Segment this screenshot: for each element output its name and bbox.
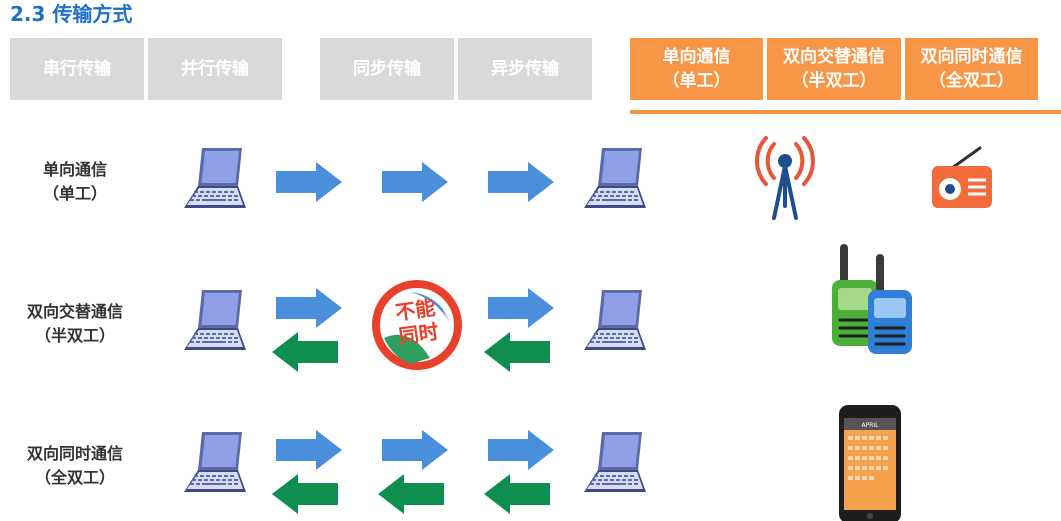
phone-calendar-header: APRIL <box>861 422 879 429</box>
arrow-left-icon <box>484 332 550 372</box>
laptop-icon <box>180 288 250 352</box>
arrow-right-icon <box>488 288 554 328</box>
arrow-right-icon <box>276 288 342 328</box>
tab-full-duplex-sublabel: （全双工） <box>929 71 1014 91</box>
tab-simplex[interactable]: 单向通信 （单工） <box>630 38 763 100</box>
tab-underline <box>630 110 1061 114</box>
arrow-left-icon <box>272 474 338 514</box>
laptop-icon <box>180 430 250 494</box>
arrow-right-icon <box>488 430 554 470</box>
tab-sync-transmission[interactable]: 同步传输 <box>320 38 454 100</box>
laptop-icon <box>580 146 650 210</box>
arrow-left-icon <box>272 332 338 372</box>
arrow-right-icon <box>382 162 448 202</box>
tab-async-label: 异步传输 <box>491 59 559 79</box>
arrow-right-icon <box>276 162 342 202</box>
tab-half-duplex-label: 双向交替通信 <box>783 47 885 67</box>
tab-sync-label: 同步传输 <box>353 59 421 79</box>
tab-serial-transmission[interactable]: 串行传输 <box>10 38 144 100</box>
row-label-simplex-line1: 单向通信 <box>42 160 107 179</box>
row-label-simplex-line2: （单工） <box>42 184 107 203</box>
tab-half-duplex-sublabel: （半双工） <box>791 71 877 91</box>
arrow-left-icon <box>378 474 444 514</box>
arrow-right-icon <box>382 430 448 470</box>
radio-icon <box>932 146 992 208</box>
row-label-half-duplex: 双向交替通信 （半双工） <box>0 300 150 348</box>
antenna-icon <box>755 136 815 220</box>
row-label-full-duplex-line1: 双向同时通信 <box>26 444 123 463</box>
laptop-icon <box>580 288 650 352</box>
arrow-left-icon <box>484 474 550 514</box>
tab-serial-label: 串行传输 <box>43 59 111 79</box>
smartphone-icon: APRIL <box>839 405 901 521</box>
tab-async-transmission[interactable]: 异步传输 <box>458 38 592 100</box>
walkie-talkie-icon <box>832 244 912 354</box>
tab-full-duplex[interactable]: 双向同时通信 （全双工） <box>905 38 1038 100</box>
row-label-half-duplex-line2: （半双工） <box>34 326 115 345</box>
laptop-icon <box>580 430 650 494</box>
tab-simplex-sublabel: （单工） <box>662 71 731 91</box>
row-label-full-duplex: 双向同时通信 （全双工） <box>0 442 150 490</box>
arrow-right-icon <box>488 162 554 202</box>
tab-parallel-label: 并行传输 <box>181 59 249 79</box>
tab-parallel-transmission[interactable]: 并行传输 <box>148 38 282 100</box>
tab-half-duplex[interactable]: 双向交替通信 （半双工） <box>767 38 901 100</box>
tab-full-duplex-label: 双向同时通信 <box>920 47 1023 67</box>
row-label-half-duplex-line1: 双向交替通信 <box>26 302 123 321</box>
laptop-icon <box>180 146 250 210</box>
page-title: 2.3 传输方式 <box>10 2 133 26</box>
arrow-right-icon <box>276 430 342 470</box>
row-label-simplex: 单向通信 （单工） <box>0 158 150 206</box>
row-label-full-duplex-line2: （全双工） <box>34 468 115 487</box>
no-entry-icon: 不能 同时 <box>370 278 464 372</box>
tab-simplex-label: 单向通信 <box>662 47 731 67</box>
